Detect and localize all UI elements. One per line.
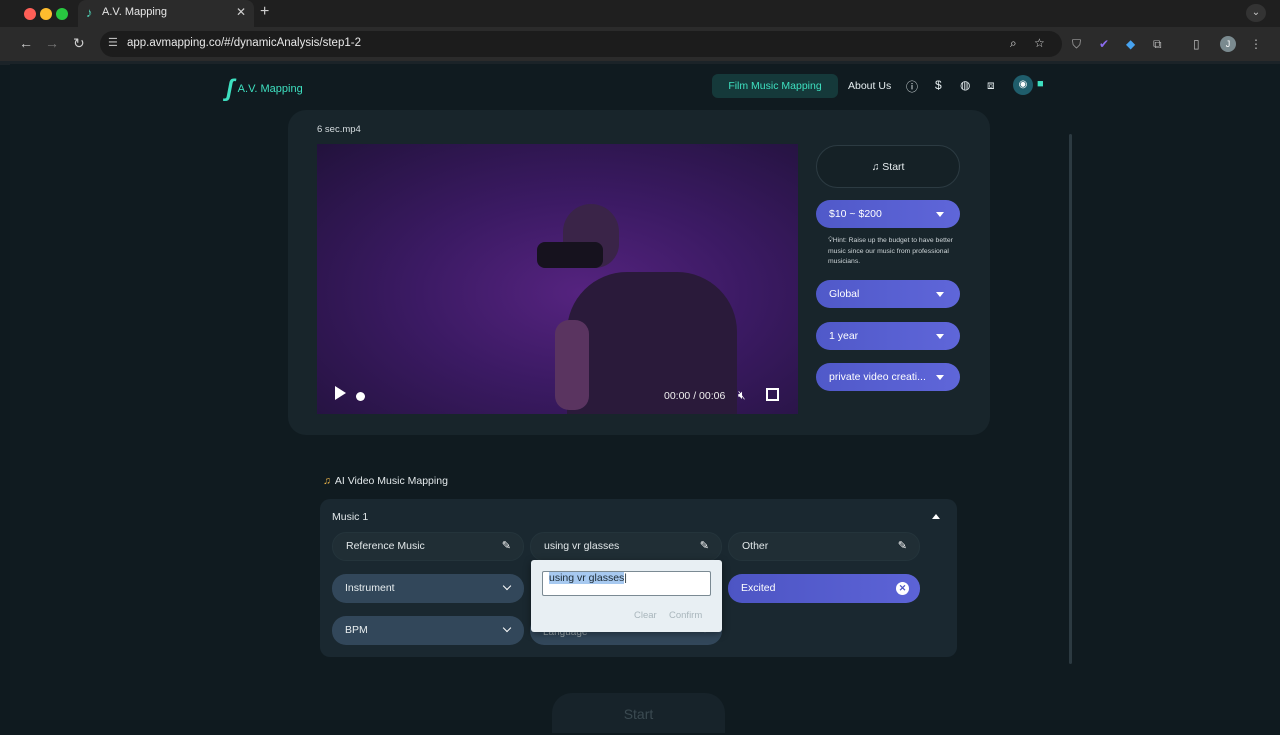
mood-tag-label: Excited [741, 582, 776, 594]
music-title: Music 1 [332, 511, 369, 523]
close-window-icon[interactable] [24, 8, 36, 20]
pricing-dollar-icon[interactable]: $ [935, 78, 942, 92]
extension-gem-icon[interactable]: ◆ [1126, 37, 1135, 51]
section-title: ♫ AI Video Music Mapping [323, 475, 448, 487]
browser-tab[interactable]: ♪ A.V. Mapping ✕ [78, 0, 254, 27]
logo[interactable]: ʃ A.V. Mapping [226, 75, 303, 103]
play-icon[interactable] [335, 386, 346, 400]
zoom-window-icon[interactable] [56, 8, 68, 20]
reload-icon[interactable]: ↻ [73, 35, 85, 52]
extensions-puzzle-icon[interactable]: ⧉ [1153, 37, 1162, 52]
scene-description-field[interactable]: using vr glasses ✎ [530, 532, 722, 561]
browser-toolbar: ← → ↻ ☰ app.avmapping.co/#/dynamicAnalys… [0, 27, 1280, 61]
other-label: Other [742, 540, 769, 552]
minimize-window-icon[interactable] [40, 8, 52, 20]
forward-icon[interactable]: → [45, 35, 59, 51]
popover-input-value: using vr glasses [549, 572, 625, 584]
scene-description-label: using vr glasses [544, 540, 620, 552]
chevron-down-icon [502, 623, 512, 633]
video-frame-vr-headset [537, 242, 603, 268]
caret-down-icon [936, 334, 944, 339]
extension-shield-icon[interactable]: ⛉ [1072, 37, 1081, 52]
profile-avatar[interactable]: J [1220, 36, 1236, 52]
region-value: Global [829, 288, 860, 300]
reference-music-label: Reference Music [346, 540, 425, 552]
tab-search-icon[interactable]: ⌄ [1246, 4, 1266, 22]
usage-dropdown[interactable]: private video creati... [816, 363, 960, 391]
video-controls: 00:00 / 00:06 🔇︎ [317, 380, 798, 414]
video-filename: 6 sec.mp4 [317, 124, 361, 135]
video-timecode: 00:00 / 00:06 [664, 390, 726, 402]
scrollbar[interactable] [1069, 134, 1072, 664]
budget-hint: 💡︎Hint: Raise up the budget to have bett… [828, 236, 956, 268]
section-title-text: AI Video Music Mapping [334, 475, 448, 487]
budget-dropdown[interactable]: $10 ~ $200 [816, 200, 960, 228]
bottom-start-button[interactable]: Start [552, 693, 725, 733]
url-text[interactable]: app.avmapping.co/#/dynamicAnalysis/step1… [127, 37, 361, 49]
video-camera-icon[interactable]: ■ [1037, 78, 1044, 90]
browser-tab-bar: ♪ A.V. Mapping ✕ + ⌄ [0, 0, 1280, 27]
other-field[interactable]: Other ✎ [728, 532, 920, 561]
browser-menu-icon[interactable]: ⋮ [1250, 37, 1262, 51]
bpm-select[interactable]: BPM [332, 616, 524, 645]
mood-tag-excited[interactable]: Excited ✕ [728, 574, 920, 603]
text-cursor-icon: | [624, 572, 628, 584]
edit-popover: using vr glasses| Clear Confirm [531, 560, 722, 632]
pencil-icon[interactable]: ✎ [700, 533, 709, 560]
bookmark-star-icon[interactable]: ☆ [1034, 36, 1045, 50]
duration-dropdown[interactable]: 1 year [816, 322, 960, 350]
new-tab-icon[interactable]: + [260, 3, 269, 21]
caret-down-icon [936, 375, 944, 380]
pencil-icon[interactable]: ✎ [502, 533, 511, 560]
help-icon[interactable]: ⓘ [906, 78, 918, 95]
site-info-icon[interactable]: ☰ [108, 36, 118, 49]
region-dropdown[interactable]: Global [816, 280, 960, 308]
budget-value: $10 ~ $200 [829, 208, 882, 220]
logo-text: A.V. Mapping [237, 83, 303, 95]
address-bar[interactable]: ☰ app.avmapping.co/#/dynamicAnalysis/ste… [100, 31, 1062, 57]
nav-film-music-mapping[interactable]: Film Music Mapping [712, 74, 838, 98]
back-icon[interactable]: ← [19, 35, 33, 51]
music-note-icon: ♫ [323, 475, 331, 487]
caret-down-icon [936, 292, 944, 297]
globe-icon[interactable]: ◍ [960, 78, 970, 92]
logo-mark-icon: ʃ [226, 75, 234, 102]
music-note-icon: ♫ [871, 161, 883, 173]
video-player[interactable]: 00:00 / 00:06 🔇︎ [317, 144, 798, 414]
app-page: ʃ A.V. Mapping Film Music Mapping About … [10, 64, 1280, 733]
usage-value: private video creati... [829, 371, 926, 383]
start-button-label: Start [882, 161, 905, 173]
bpm-label: BPM [345, 624, 368, 636]
confirm-button[interactable]: Confirm [669, 610, 702, 621]
budget-hint-text: Hint: Raise up the budget to have better… [828, 237, 953, 265]
user-avatar[interactable]: ◉ [1013, 75, 1033, 95]
tab-close-icon[interactable]: ✕ [236, 5, 246, 19]
nav-about-us[interactable]: About Us [848, 80, 891, 92]
fullscreen-icon[interactable] [766, 388, 779, 401]
chevron-down-icon [502, 581, 512, 591]
pencil-icon[interactable]: ✎ [898, 533, 907, 560]
collapse-caret-icon[interactable] [932, 514, 940, 519]
instrument-label: Instrument [345, 582, 395, 594]
clear-button[interactable]: Clear [634, 610, 657, 621]
duration-value: 1 year [829, 330, 859, 342]
start-button[interactable]: ♫ Start [816, 145, 960, 188]
extension-check-icon[interactable]: ✔ [1099, 37, 1109, 51]
remove-tag-icon[interactable]: ✕ [896, 582, 909, 595]
translate-icon[interactable]: ⧈ [987, 78, 995, 93]
reference-music-field[interactable]: Reference Music ✎ [332, 532, 524, 561]
scrubber-handle[interactable] [356, 392, 365, 401]
instrument-select[interactable]: Instrument [332, 574, 524, 603]
popover-text-input[interactable]: using vr glasses| [542, 571, 711, 596]
side-panel-icon[interactable]: ▯ [1193, 37, 1200, 51]
caret-down-icon [936, 212, 944, 217]
mute-icon[interactable]: 🔇︎ [738, 388, 746, 403]
zoom-search-icon[interactable]: ⌕ [1010, 36, 1017, 51]
tab-title: A.V. Mapping [102, 6, 168, 18]
favicon-icon: ♪ [86, 5, 93, 20]
